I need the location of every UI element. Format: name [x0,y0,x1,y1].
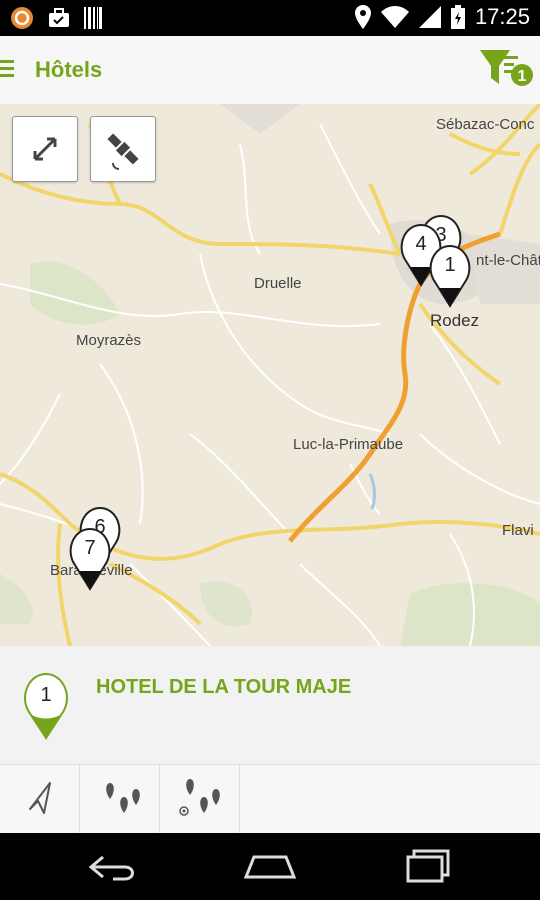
system-nav-bar [0,833,540,900]
selected-hotel-pin: 1 [22,672,70,740]
place-label: Flavi [502,522,534,539]
hotel-marker[interactable]: 1 [427,242,473,308]
satellite-button[interactable] [90,116,156,182]
page-title[interactable]: Hôtels [35,57,102,83]
navigate-button[interactable] [0,765,80,833]
map-markers-button[interactable] [80,765,160,833]
fullscreen-button[interactable] [12,116,78,182]
filter-button[interactable]: 1 [478,46,536,92]
map-view[interactable]: Sébazac-Conc nt-le-Châte Druelle Rodez M… [0,104,540,646]
marker-number: 7 [84,537,96,559]
nearby-markers-button[interactable] [160,765,240,833]
signal-icon [418,6,441,28]
map-markers-icon [106,783,140,813]
selected-hotel-panel[interactable]: 1 HOTEL DE LA TOUR MAJE [0,646,540,765]
place-label: Druelle [254,275,302,292]
filter-badge-count: 1 [518,68,527,85]
satellite-icon [107,133,139,170]
home-icon[interactable] [240,847,300,887]
place-label: Moyrazès [76,332,142,349]
filter-icon [480,50,510,84]
briefcase-icon [49,8,69,27]
back-icon[interactable] [83,847,143,887]
bottom-toolbar [0,765,540,833]
app-bar: Hôtels 1 [0,36,540,105]
status-time: 17:25 [474,4,530,29]
wifi-icon [380,6,409,28]
selected-hotel-number: 1 [40,684,52,706]
barcode-icon [84,7,102,29]
status-right-icons: 17:25 [354,4,530,30]
place-label: nt-le-Châte [476,252,540,269]
menu-icon[interactable] [0,58,16,80]
status-bar: 17:25 [0,0,540,36]
place-label: Sébazac-Conc [436,116,535,133]
battery-icon [450,5,465,29]
notification-icon [11,7,33,29]
place-label: Rodez [430,311,480,330]
navigate-icon [29,782,51,814]
nearby-markers-icon [179,779,220,816]
marker-number: 1 [444,254,456,276]
location-icon [354,5,371,29]
hotel-marker[interactable]: 7 [67,525,113,591]
hotel-name[interactable]: HOTEL DE LA TOUR MAJE [96,676,351,699]
recents-icon[interactable] [400,847,460,887]
status-left-icons [10,6,102,30]
place-label: Luc-la-Primaube [293,436,404,453]
fullscreen-icon [33,137,57,161]
